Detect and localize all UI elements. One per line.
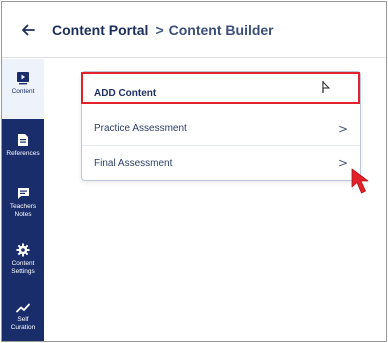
gear-icon <box>16 243 30 257</box>
sidebar: Content References Teachers Notes Conten… <box>2 59 44 341</box>
practice-assessment-item[interactable]: Practice Assessment > <box>82 112 360 146</box>
sidebar-item-teachers-notes[interactable]: Teachers Notes <box>2 187 44 219</box>
sidebar-item-label: Teachers Notes <box>9 203 37 218</box>
add-content-item[interactable]: ADD Content <box>82 78 360 108</box>
practice-assessment-label: Practice Assessment <box>94 123 187 134</box>
final-assessment-item[interactable]: Final Assessment > <box>82 146 360 180</box>
top-header: Content Portal > Content Builder <box>2 2 386 58</box>
text-cursor-icon <box>322 80 331 93</box>
chevron-right-icon: > <box>337 156 348 170</box>
content-icon <box>17 72 29 85</box>
breadcrumb: Content Portal > Content Builder <box>52 22 274 38</box>
arrow-left-icon <box>22 24 35 35</box>
sidebar-item-label: Content Settings <box>11 260 35 275</box>
sidebar-item-content[interactable]: Content <box>2 71 44 96</box>
breadcrumb-root[interactable]: Content Portal <box>52 22 148 38</box>
sidebar-item-label: Content <box>11 88 35 95</box>
app-window: Content Portal > Content Builder Content… <box>1 1 387 342</box>
main-content: ADD Content Practice Assessment > Final … <box>45 59 386 341</box>
sidebar-item-references[interactable]: References <box>2 133 44 158</box>
add-content-dropdown: ADD Content Practice Assessment > Final … <box>81 71 361 181</box>
final-assessment-label: Final Assessment <box>94 157 173 169</box>
annotation-arrow-icon <box>351 168 369 194</box>
sidebar-item-label: Self Curation <box>10 316 36 331</box>
sidebar-item-content-settings[interactable]: Content Settings <box>2 243 44 276</box>
document-icon <box>18 134 28 146</box>
back-button[interactable] <box>16 18 40 42</box>
breadcrumb-separator: > <box>155 21 164 38</box>
trend-icon <box>16 303 30 313</box>
sidebar-item-self-curation[interactable]: Self Curation <box>2 303 44 332</box>
breadcrumb-current: Content Builder <box>168 21 274 38</box>
notes-icon <box>17 188 29 199</box>
sidebar-item-label: References <box>6 150 40 157</box>
chevron-right-icon: > <box>337 121 348 136</box>
add-content-label: ADD Content <box>94 87 157 99</box>
